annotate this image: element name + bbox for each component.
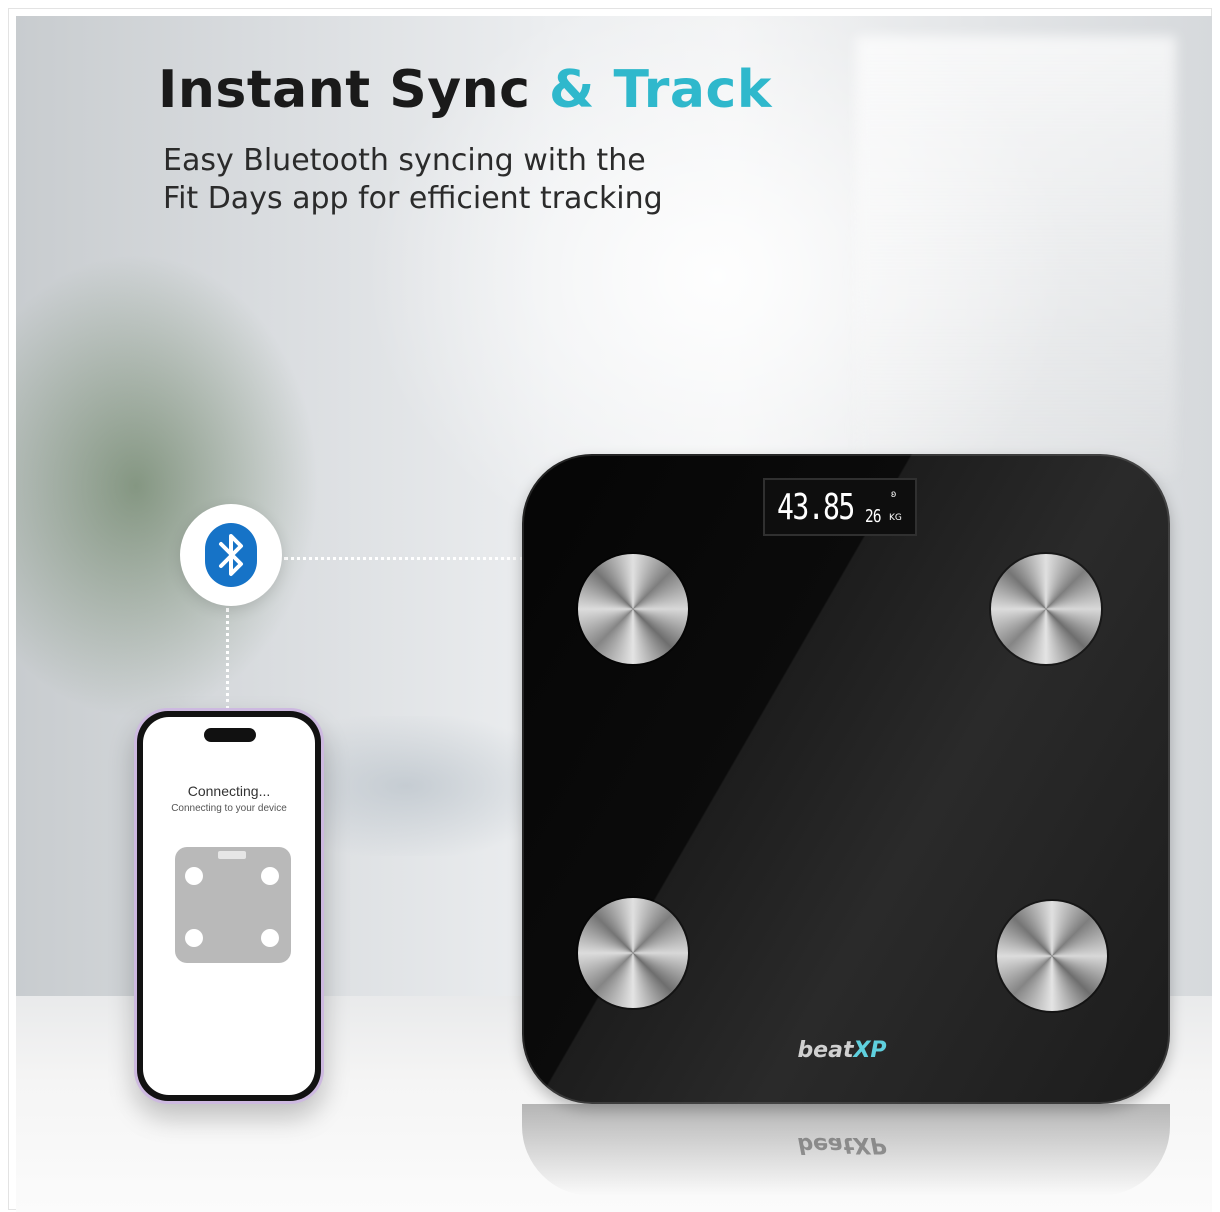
scale-illustration-pad [185, 929, 203, 947]
headline-main: Instant Sync [158, 60, 531, 120]
background-window [856, 36, 1176, 476]
subtitle-line-1: Easy Bluetooth syncing with the [163, 143, 646, 178]
connection-line-vertical [226, 608, 229, 710]
smart-scale: 43.85 26 KG ʚ beatXP [522, 454, 1170, 1104]
subtitle-line-2: Fit Days app for efficient tracking [163, 181, 663, 216]
connecting-subtitle: Connecting to your device [171, 803, 287, 814]
electrode-pad-top-left [578, 554, 688, 664]
scale-illustration-pad [261, 929, 279, 947]
scale-illustration-pad [261, 867, 279, 885]
weight-readout: 43.85 [777, 487, 855, 528]
bluetooth-badge [180, 504, 282, 606]
bluetooth-icon [205, 523, 257, 587]
phone-bezel: Connecting... Connecting to your device [137, 711, 321, 1101]
headline: Instant Sync & Track [158, 60, 772, 120]
phone-screen: Connecting... Connecting to your device [143, 717, 315, 1095]
scale-illustration [175, 847, 291, 963]
scale-display: 43.85 26 KG ʚ [763, 478, 917, 536]
electrode-pad-bottom-left [578, 898, 688, 1008]
brand-logo-reflection: beatXP [797, 1132, 887, 1157]
scale-illustration-pad [185, 867, 203, 885]
brand-logo: beatXP [797, 1038, 887, 1063]
secondary-readout: 26 [865, 506, 882, 527]
connection-line-horizontal [284, 557, 524, 560]
subtitle: Easy Bluetooth syncing with the Fit Days… [163, 142, 723, 218]
display-bluetooth-icon: ʚ [891, 489, 897, 500]
dynamic-island [204, 728, 256, 742]
electrode-pad-top-right [991, 554, 1101, 664]
unit-label: KG [889, 513, 902, 523]
scale-illustration-display [218, 851, 246, 859]
smartphone: Connecting... Connecting to your device [134, 708, 324, 1104]
headline-accent: & Track [549, 60, 772, 120]
electrode-pad-bottom-right [997, 901, 1107, 1011]
connecting-title: Connecting... [187, 783, 271, 799]
